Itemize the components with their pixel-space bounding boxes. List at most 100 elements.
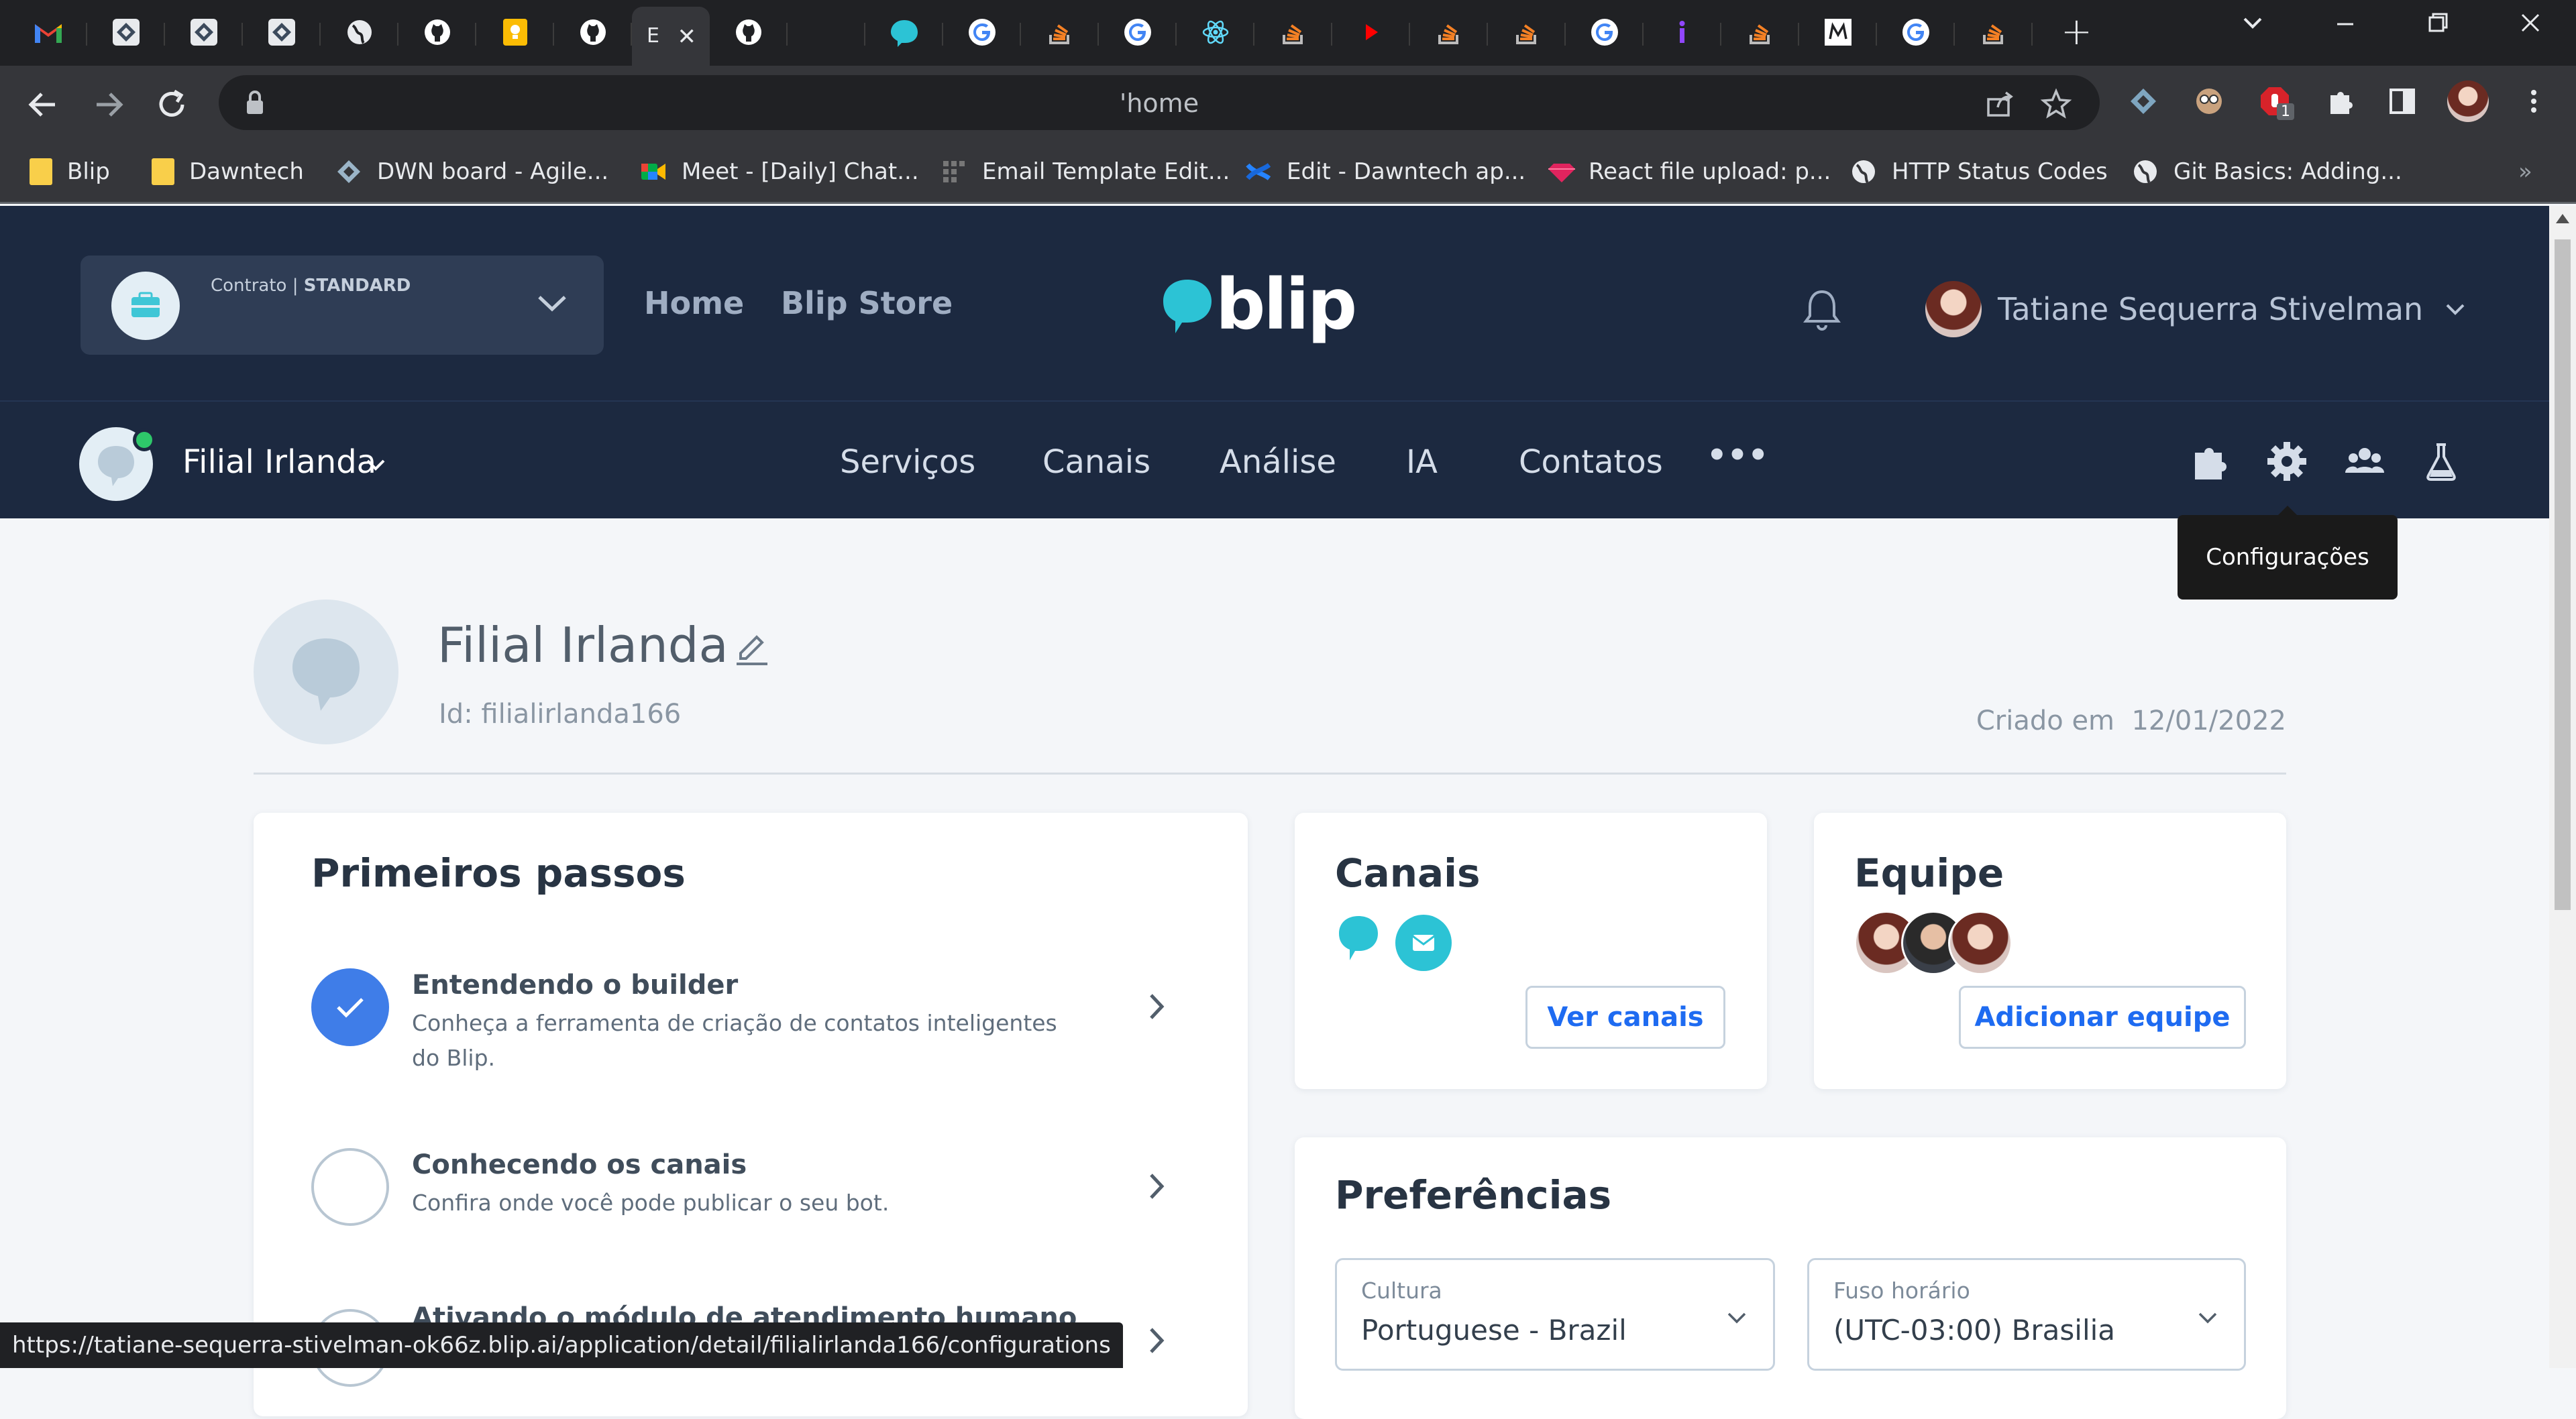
bookmark-git-basics[interactable]: Git Basics: Adding... xyxy=(2132,153,2402,190)
step-item[interactable]: Conhecendo os canais Confira onde você p… xyxy=(311,1148,1197,1229)
extensions-puzzle-icon[interactable] xyxy=(2187,438,2234,485)
settings-gear-icon[interactable] xyxy=(2263,438,2310,485)
browser-tab[interactable] xyxy=(321,8,398,59)
browser-tab[interactable] xyxy=(398,8,476,59)
close-window-icon[interactable] xyxy=(2510,9,2551,43)
team-users-icon[interactable] xyxy=(2341,438,2388,485)
user-menu[interactable]: Tatiane Sequerra Stivelman xyxy=(1925,277,2469,341)
more-bookmarks-icon[interactable]: » xyxy=(2518,153,2532,190)
browser-tab[interactable] xyxy=(1254,8,1332,59)
blip-chat-channel-icon xyxy=(1335,912,1382,968)
bookmark-react-upload[interactable]: React file upload: p... xyxy=(1547,153,1831,190)
chevron-down-icon[interactable] xyxy=(535,286,569,320)
chevron-down-icon[interactable] xyxy=(362,451,389,478)
browser-tab[interactable] xyxy=(1721,8,1799,59)
contract-selector[interactable]: Contrato | STANDARD xyxy=(80,256,604,355)
bookmark-blip[interactable]: Blip xyxy=(30,153,110,190)
user-name: Tatiane Sequerra Stivelman xyxy=(1998,291,2424,327)
nav-blip-store[interactable]: Blip Store xyxy=(781,285,953,321)
play-icon xyxy=(1356,17,1386,50)
bookmark-label: Blip xyxy=(67,158,110,185)
minimize-icon[interactable] xyxy=(2325,9,2365,43)
address-text[interactable]: 'home xyxy=(219,89,2100,118)
bookmark-star-icon[interactable] xyxy=(2039,87,2073,123)
more-options-icon[interactable]: ••• xyxy=(1707,437,1768,474)
page-scrollbar[interactable] xyxy=(2549,206,2576,1368)
lab-flask-icon[interactable] xyxy=(2418,438,2465,485)
chevron-right-icon[interactable] xyxy=(1143,1324,1170,1357)
profile-avatar[interactable] xyxy=(2447,80,2489,122)
blip-extension-icon[interactable] xyxy=(2127,84,2160,118)
browser-tab[interactable] xyxy=(943,8,1021,59)
adblock-extension-icon[interactable]: 1 xyxy=(2258,84,2294,120)
browser-tab[interactable] xyxy=(1799,8,1877,59)
menu-kebab-icon[interactable] xyxy=(2517,84,2551,118)
side-panel-icon[interactable] xyxy=(2385,84,2419,118)
team-card: Equipe Adicionar equipe xyxy=(1814,813,2286,1089)
nav-analise[interactable]: Análise xyxy=(1220,443,1336,481)
back-icon[interactable] xyxy=(23,84,63,125)
browser-tab[interactable] xyxy=(1177,8,1254,59)
bookmark-confluence[interactable]: Edit - Dawntech ap... xyxy=(1245,153,1525,190)
view-channels-button[interactable]: Ver canais xyxy=(1525,986,1725,1049)
browser-tab[interactable] xyxy=(1877,8,1955,59)
extensions-puzzle-icon[interactable] xyxy=(2324,84,2357,118)
bookmark-label: HTTP Status Codes xyxy=(1892,158,2108,185)
nav-contatos[interactable]: Contatos xyxy=(1519,443,1663,481)
chevron-right-icon[interactable] xyxy=(1143,1170,1170,1203)
nav-home[interactable]: Home xyxy=(644,285,744,321)
close-tab-icon[interactable]: ✕ xyxy=(678,25,697,48)
browser-tab[interactable] xyxy=(1566,8,1644,59)
restore-icon[interactable] xyxy=(2418,9,2458,43)
browser-tab[interactable] xyxy=(788,8,865,59)
extension-face-icon[interactable] xyxy=(2192,84,2226,118)
add-team-button[interactable]: Adicionar equipe xyxy=(1959,986,2246,1049)
nav-ia[interactable]: IA xyxy=(1406,443,1438,481)
browser-tab[interactable] xyxy=(1488,8,1566,59)
bookmark-email-template[interactable]: Email Template Edit... xyxy=(941,153,1230,190)
new-tab-button[interactable]: + xyxy=(2061,13,2092,51)
browser-tab[interactable] xyxy=(1644,8,1721,59)
browser-tab[interactable] xyxy=(710,8,788,59)
browser-tab[interactable] xyxy=(476,8,554,59)
notification-bell-icon[interactable] xyxy=(1802,286,1842,333)
step-title: Entendendo o builder xyxy=(412,970,739,1001)
browser-tab[interactable] xyxy=(1021,8,1099,59)
browser-tab[interactable] xyxy=(865,8,943,59)
bookmark-http-status[interactable]: HTTP Status Codes xyxy=(1850,153,2108,190)
bookmark-dwn-board[interactable]: DWN board - Agile... xyxy=(335,153,608,190)
nav-canais[interactable]: Canais xyxy=(1042,443,1150,481)
bookmark-dawntech[interactable]: Dawntech xyxy=(152,153,304,190)
bookmark-label: React file upload: p... xyxy=(1589,158,1831,185)
nav-servicos[interactable]: Serviços xyxy=(840,443,975,481)
browser-tab[interactable] xyxy=(165,8,243,59)
culture-select[interactable]: Cultura Portuguese - Brazil xyxy=(1335,1258,1775,1371)
tab-search-icon[interactable] xyxy=(2233,9,2273,43)
browser-tab[interactable] xyxy=(1410,8,1488,59)
browser-tab-active[interactable]: E ✕ xyxy=(632,7,710,66)
blip-logo[interactable]: blip xyxy=(1158,264,1357,347)
share-icon[interactable] xyxy=(1983,87,2017,123)
scrollbar-thumb[interactable] xyxy=(2555,239,2571,910)
reload-icon[interactable] xyxy=(152,84,192,125)
edit-pencil-icon[interactable] xyxy=(731,626,771,667)
blip-icon xyxy=(890,17,919,50)
browser-tab[interactable] xyxy=(243,8,321,59)
bookmark-meet[interactable]: Meet - [Daily] Chat... xyxy=(640,153,919,190)
chevron-right-icon[interactable] xyxy=(1143,990,1170,1023)
browser-tab[interactable] xyxy=(1955,8,2033,59)
browser-tab[interactable] xyxy=(9,8,87,59)
step-item[interactable]: Entendendo o builder Conheça a ferrament… xyxy=(311,968,1197,1076)
browser-tab[interactable] xyxy=(554,8,632,59)
github-icon xyxy=(578,17,608,50)
browser-tab[interactable] xyxy=(1332,8,1410,59)
browser-tab[interactable] xyxy=(87,8,165,59)
address-bar[interactable]: 'home xyxy=(219,75,2100,130)
google-icon xyxy=(967,17,997,50)
timezone-select[interactable]: Fuso horário (UTC-03:00) Brasilia xyxy=(1807,1258,2246,1371)
browser-tab[interactable] xyxy=(1099,8,1177,59)
info-icon xyxy=(1668,17,1697,50)
scroll-up-arrow-icon[interactable] xyxy=(2556,214,2569,223)
bot-selector-name[interactable]: Filial Irlanda xyxy=(182,443,376,481)
forward-icon[interactable] xyxy=(89,84,129,125)
